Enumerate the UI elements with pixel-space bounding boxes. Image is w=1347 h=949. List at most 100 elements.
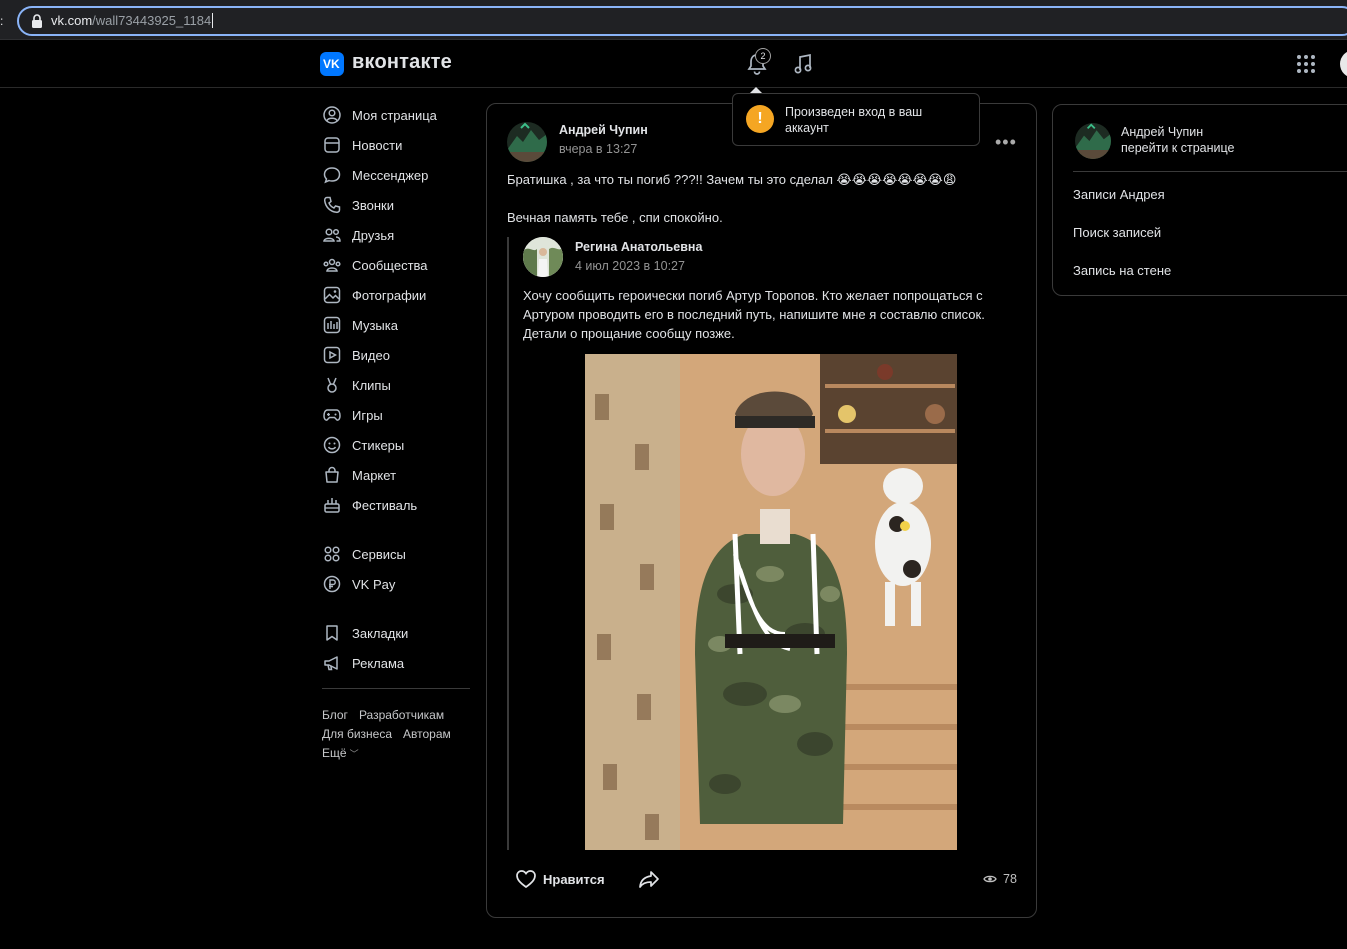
sidebar-item-vkpay[interactable]: VK Pay (320, 569, 480, 599)
footer-link-more[interactable]: Ещё (322, 746, 347, 760)
sidebar-item-label: Друзья (352, 227, 395, 243)
footer-link-developers[interactable]: Разработчикам (359, 708, 444, 722)
card-divider (1073, 171, 1347, 172)
right-profile-card: Андрей Чупин перейти к странице Записи А… (1052, 104, 1347, 296)
like-label: Нравится (543, 871, 605, 887)
phone-icon (323, 196, 341, 214)
sidebar-item-market[interactable]: Маркет (320, 460, 480, 490)
footer-link-blog[interactable]: Блог (322, 708, 348, 722)
user-avatar[interactable] (1340, 50, 1347, 78)
address-bar[interactable]: vk.com/wall73443925_1184 (17, 6, 1347, 36)
footer-link-business[interactable]: Для бизнеса (322, 727, 392, 741)
more-options-icon[interactable]: ••• (995, 132, 1017, 153)
menu-item-wall-post[interactable]: Запись на стене (1073, 263, 1171, 278)
reposted-post: Регина Анатольевна 4 июл 2023 в 10:27 Хо… (507, 237, 1022, 850)
sidebar-item-label: Мессенджер (352, 167, 429, 183)
sidebar-item-label: Реклама (352, 655, 405, 671)
sidebar-item-label: Сообщества (352, 257, 428, 273)
photo-icon (323, 286, 341, 304)
wall-post: Андрей Чупин вчера в 13:27 ••• Братишка … (486, 103, 1037, 918)
sidebar-item-video[interactable]: Видео (320, 340, 480, 370)
views-count: 78 (1003, 872, 1017, 886)
sidebar-item-games[interactable]: Игры (320, 400, 480, 430)
sidebar-item-photos[interactable]: Фотографии (320, 280, 480, 310)
ruble-icon (323, 575, 341, 593)
notification-text: Произведен вход в ваш аккаунт (785, 105, 923, 135)
sidebar-divider (322, 688, 470, 689)
repost-author-name[interactable]: Регина Анатольевна (575, 240, 702, 254)
lock-icon (32, 14, 42, 28)
vk-logo-text: VK (323, 57, 340, 71)
vk-header: VK вконтакте 2 (0, 40, 1347, 88)
sidebar-item-stickers[interactable]: Стикеры (320, 430, 480, 460)
avatar-image (523, 237, 563, 277)
share-icon (639, 871, 659, 888)
sidebar-item-label: Закладки (352, 625, 409, 641)
music-icon (323, 316, 341, 334)
sidebar-item-label: Сервисы (352, 546, 406, 562)
sidebar-item-messenger[interactable]: Мессенджер (320, 160, 480, 190)
bookmark-icon (326, 625, 338, 641)
sidebar-item-label: Маркет (352, 467, 397, 483)
repost-date[interactable]: 4 июл 2023 в 10:27 (575, 259, 685, 273)
post-text: Братишка , за что ты погиб ???!! Зачем т… (507, 170, 1017, 246)
chevron-down-icon[interactable]: ﹀ (350, 749, 359, 759)
profile-avatar[interactable] (1075, 123, 1111, 159)
repost-text: Хочу сообщить героически погиб Артур Тор… (523, 288, 985, 341)
sidebar-item-label: Моя страница (352, 107, 437, 123)
menu-item-search-posts[interactable]: Поиск записей (1073, 225, 1161, 240)
sidebar-item-label: Игры (352, 407, 383, 423)
sidebar-item-clips[interactable]: Клипы (320, 370, 480, 400)
services-icon (324, 546, 340, 562)
photo-image (585, 354, 957, 850)
apps-grid-icon[interactable] (1296, 54, 1316, 74)
megaphone-icon (324, 656, 338, 671)
like-button[interactable]: Нравится (515, 869, 605, 889)
heart-icon (516, 870, 536, 889)
sidebar-item-label: Музыка (352, 317, 398, 333)
post-author-name[interactable]: Андрей Чупин (559, 123, 648, 137)
sidebar-item-calls[interactable]: Звонки (320, 190, 480, 220)
sidebar-item-services[interactable]: Сервисы (320, 539, 480, 569)
communities-icon (323, 258, 341, 272)
sidebar-footer-links: Блог Разработчикам Для бизнеса Авторам Ещё… (322, 706, 480, 764)
sidebar-item-festival[interactable]: Фестиваль (320, 490, 480, 520)
sidebar-item-ads[interactable]: Реклама (320, 648, 480, 678)
post-photo[interactable] (585, 354, 957, 850)
views-counter: 78 (983, 872, 1017, 886)
footer-link-authors[interactable]: Авторам (403, 727, 451, 741)
post-actions: Нравится 78 (487, 864, 1036, 894)
vk-brand-name[interactable]: вконтакте (352, 51, 452, 74)
url-text[interactable]: vk.com/wall73443925_1184 (51, 13, 214, 28)
post-author-avatar[interactable] (507, 122, 547, 162)
sidebar-item-communities[interactable]: Сообщества (320, 250, 480, 280)
music-icon[interactable] (792, 52, 814, 76)
menu-item-user-posts[interactable]: Записи Андрея (1073, 187, 1165, 202)
share-button[interactable] (637, 869, 661, 894)
sidebar-item-label: Звонки (352, 197, 394, 213)
left-sidebar: Моя страница Новости Мессенджер Звонки Д… (320, 100, 480, 764)
sidebar-item-music[interactable]: Музыка (320, 310, 480, 340)
sidebar-item-friends[interactable]: Друзья (320, 220, 480, 250)
eye-icon (983, 875, 997, 883)
repost-author-avatar[interactable] (523, 237, 563, 277)
video-icon (323, 346, 341, 364)
browser-toolbar: : vk.com/wall73443925_1184 (0, 0, 1347, 40)
clips-icon (327, 377, 337, 393)
profile-name[interactable]: Андрей Чупин (1121, 125, 1203, 139)
message-icon (323, 167, 341, 184)
post-date[interactable]: вчера в 13:27 (559, 142, 637, 156)
sidebar-item-my-page[interactable]: Моя страница (320, 100, 480, 130)
sidebar-item-news[interactable]: Новости (320, 130, 480, 160)
sidebar-item-label: VK Pay (352, 576, 396, 592)
sidebar-item-bookmarks[interactable]: Закладки (320, 618, 480, 648)
sidebar-item-label: Стикеры (352, 437, 405, 453)
notification-popup[interactable]: ! Произведен вход в ваш аккаунт (732, 93, 980, 146)
go-to-page-link[interactable]: перейти к странице (1121, 141, 1234, 155)
url-path: /wall73443925_1184 (92, 13, 212, 28)
user-circle-icon (323, 106, 341, 124)
vk-logo-icon[interactable]: VK (320, 52, 344, 76)
smile-icon (323, 436, 341, 454)
